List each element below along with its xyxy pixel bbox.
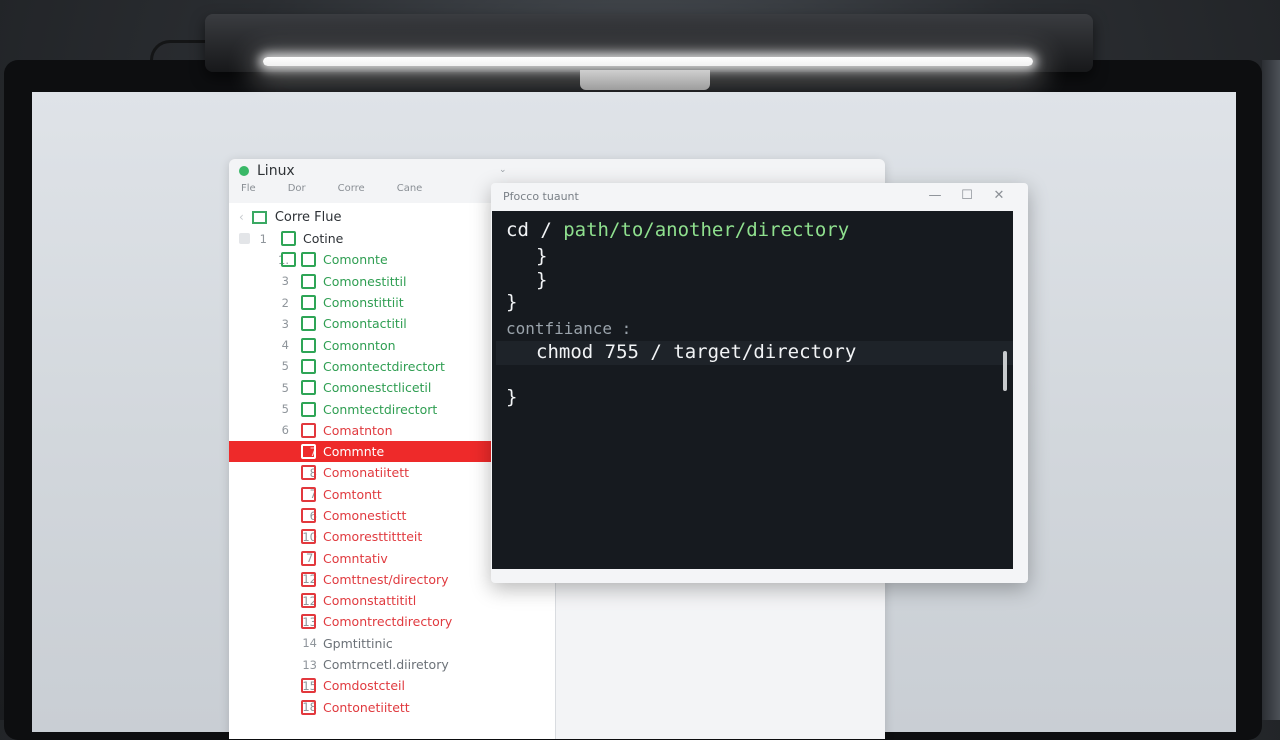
row-number: 5 bbox=[281, 359, 289, 374]
window-title: Linux bbox=[257, 163, 295, 179]
menu-item-corre[interactable]: Corre bbox=[338, 183, 365, 201]
file-manager-titlebar[interactable]: Linux ⌄ bbox=[229, 159, 885, 183]
row-label: Contonetiitett bbox=[323, 699, 410, 715]
folder-icon bbox=[301, 337, 316, 353]
terminal-line-brace: } bbox=[506, 386, 518, 408]
file-icon bbox=[301, 699, 316, 715]
row-label: Cotine bbox=[303, 231, 344, 247]
row-label: Comdostcteil bbox=[323, 678, 405, 694]
file-icon bbox=[301, 486, 316, 502]
file-icon bbox=[301, 550, 316, 566]
row-label: Commnte bbox=[323, 444, 385, 460]
terminal-line-chmod: chmod 755 / target/directory bbox=[536, 341, 857, 363]
row-label: Comttnest/directory bbox=[323, 571, 449, 587]
terminal-line-brace: } bbox=[506, 291, 518, 313]
command-path: path/to/another/directory bbox=[563, 219, 850, 241]
file-icon bbox=[301, 529, 316, 545]
terminal-line-brace: } bbox=[536, 245, 548, 267]
tree-row[interactable]: 13 Comtrncetl.diiretory bbox=[229, 654, 555, 675]
monitor-light-bar bbox=[205, 14, 1093, 72]
folder-icon bbox=[301, 380, 316, 396]
file-icon bbox=[301, 614, 316, 630]
file-icon bbox=[301, 465, 316, 481]
folder-icon bbox=[301, 252, 316, 268]
row-number: 6 bbox=[281, 423, 289, 438]
file-icon bbox=[301, 508, 316, 523]
row-label: Comontactitil bbox=[323, 316, 407, 332]
row-number: 5 bbox=[281, 402, 289, 417]
row-number: 13 bbox=[302, 657, 317, 672]
folder-icon bbox=[301, 401, 316, 417]
light-bar-clip bbox=[580, 70, 710, 90]
folder-icon bbox=[301, 316, 316, 332]
terminal-output[interactable]: cd / path/to/another/directory } } } con… bbox=[492, 211, 1013, 569]
row-label: Comontectdirectort bbox=[323, 358, 445, 374]
folder-icon bbox=[281, 252, 296, 268]
terminal-title: Pfocco tuaunt bbox=[503, 190, 579, 203]
command-cd: cd / bbox=[506, 219, 564, 241]
folder-icon bbox=[251, 210, 267, 224]
tree-row[interactable]: 18 Contonetiitett bbox=[229, 697, 555, 718]
row-label: Comtrncetl.diiretory bbox=[323, 657, 449, 673]
menu-bar: Fle Dor Corre Cane bbox=[229, 183, 442, 201]
tree-row[interactable]: 14 Gpmtittinic bbox=[229, 633, 555, 654]
row-label: Comonstattititl bbox=[323, 593, 417, 609]
terminal-scrollbar[interactable] bbox=[1003, 351, 1007, 391]
expander-icon[interactable] bbox=[239, 233, 250, 245]
tree-header-label: Corre Flue bbox=[274, 209, 342, 225]
row-label: Comtontt bbox=[323, 486, 382, 502]
menu-item-cane[interactable]: Cane bbox=[397, 183, 423, 201]
tree-row[interactable]: 12 Comonstattititl bbox=[229, 590, 555, 611]
file-icon bbox=[301, 593, 316, 609]
tree-header: ‹ Corre Flue bbox=[239, 207, 341, 227]
row-label: Conmtectdirectort bbox=[323, 401, 438, 417]
file-icon bbox=[301, 571, 316, 587]
folder-icon bbox=[301, 295, 316, 311]
menu-item-file[interactable]: Fle bbox=[241, 183, 256, 201]
window-controls: — ☐ ✕ bbox=[914, 188, 1010, 203]
file-icon bbox=[301, 444, 316, 460]
row-number: 3 bbox=[281, 316, 289, 331]
app-status-dot-icon bbox=[239, 166, 249, 176]
tree-row[interactable]: 15 Comdostcteil bbox=[229, 675, 555, 696]
row-label: Comntativ bbox=[323, 550, 388, 566]
row-number: 14 bbox=[302, 636, 317, 651]
terminal-line-label: contfiiance : bbox=[506, 319, 632, 338]
row-label: Comonatiitett bbox=[323, 465, 410, 481]
terminal-titlebar[interactable]: Pfocco tuaunt — ☐ ✕ bbox=[491, 183, 1028, 210]
maximize-icon[interactable]: ☐ bbox=[956, 188, 978, 203]
row-label: Comoresttittteit bbox=[323, 529, 423, 545]
light-strip bbox=[263, 57, 1033, 66]
file-icon bbox=[301, 422, 316, 438]
row-number: 4 bbox=[281, 338, 289, 353]
menu-item-dor[interactable]: Dor bbox=[288, 183, 306, 201]
chevron-down-icon[interactable]: ⌄ bbox=[499, 165, 507, 175]
row-label: Comonestctlicetil bbox=[323, 380, 432, 396]
terminal-line-brace: } bbox=[536, 269, 548, 291]
row-label: Comonestictt bbox=[323, 508, 407, 523]
background-edge bbox=[1262, 60, 1280, 720]
file-icon bbox=[301, 678, 316, 694]
minimize-icon[interactable]: — bbox=[924, 188, 946, 203]
row-number: 5 bbox=[281, 380, 289, 395]
row-label: Comontrectdirectory bbox=[323, 614, 453, 630]
tree-row[interactable]: 13 Comontrectdirectory bbox=[229, 611, 555, 632]
folder-icon bbox=[301, 273, 316, 289]
terminal-line-cd: cd / path/to/another/directory bbox=[506, 219, 849, 241]
row-label: Gpmtittinic bbox=[323, 635, 393, 651]
row-number: 2 bbox=[281, 295, 289, 310]
folder-icon bbox=[281, 231, 296, 247]
row-label: Comonstittiit bbox=[323, 295, 404, 311]
row-label: Comonestittil bbox=[323, 273, 407, 289]
back-arrow-icon[interactable]: ‹ bbox=[239, 210, 244, 224]
close-icon[interactable]: ✕ bbox=[988, 188, 1010, 203]
terminal-window: Pfocco tuaunt — ☐ ✕ cd / path/to/another… bbox=[491, 183, 1028, 583]
row-label: Comonnte bbox=[323, 252, 388, 268]
row-label: Comatnton bbox=[323, 422, 393, 438]
row-number: 3 bbox=[281, 274, 289, 289]
row-label: Comonnton bbox=[323, 337, 396, 353]
folder-icon bbox=[301, 358, 316, 374]
